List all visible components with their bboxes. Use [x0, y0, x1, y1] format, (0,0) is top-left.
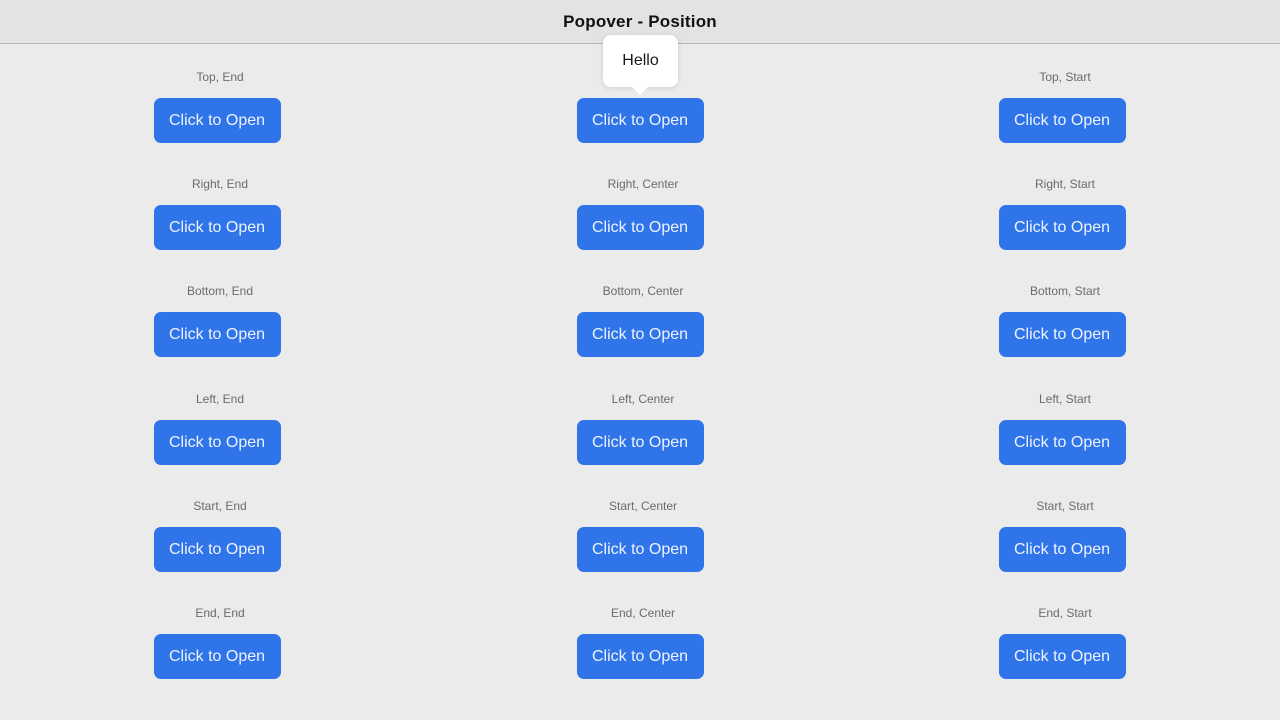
position-example: Right, Center Click to Open — [540, 151, 740, 250]
open-popover-button[interactable]: Click to Open — [576, 634, 704, 679]
open-popover-button[interactable]: Click to Open — [998, 634, 1126, 679]
position-label: Right, Start — [1034, 177, 1096, 191]
position-example: Right, End Click to Open — [117, 151, 317, 250]
position-label: End, End — [195, 606, 245, 620]
position-label: Left, Start — [1038, 392, 1092, 406]
position-example: End, Start Click to Open — [962, 580, 1162, 679]
position-example: Start, Center Click to Open — [540, 473, 740, 572]
position-label: Right, Center — [607, 177, 679, 191]
position-example: Top, Start Click to Open — [962, 44, 1162, 143]
open-popover-button[interactable]: Click to Open — [998, 312, 1126, 357]
popover: Hello — [603, 35, 678, 87]
open-popover-button[interactable]: Click to Open — [576, 205, 704, 250]
open-popover-button[interactable]: Click to Open — [576, 420, 704, 465]
position-label: Left, Center — [611, 392, 675, 406]
position-example: Bottom, End Click to Open — [117, 258, 317, 357]
position-label: Right, End — [191, 177, 249, 191]
open-popover-button[interactable]: Click to Open — [998, 527, 1126, 572]
open-popover-button[interactable]: Click to Open — [153, 98, 281, 143]
position-example: Left, Start Click to Open — [962, 366, 1162, 465]
position-example: Right, Start Click to Open — [962, 151, 1162, 250]
position-label: Left, End — [195, 392, 245, 406]
position-example: End, End Click to Open — [117, 580, 317, 679]
position-label: Top, End — [196, 70, 244, 84]
open-popover-button[interactable]: Click to Open — [153, 420, 281, 465]
position-label: Start, End — [193, 499, 247, 513]
position-label: End, Center — [610, 606, 676, 620]
popover-arrow — [632, 87, 648, 95]
position-example: End, Center Click to Open — [540, 580, 740, 679]
window-title: Popover - Position — [563, 11, 717, 31]
position-label: Bottom, End — [186, 284, 254, 298]
position-label: Top, Start — [1039, 70, 1091, 84]
position-label: Start, Start — [1036, 499, 1094, 513]
position-example: Bottom, Start Click to Open — [962, 258, 1162, 357]
open-popover-button[interactable]: Click to Open — [576, 98, 704, 143]
position-example: Start, Start Click to Open — [962, 473, 1162, 572]
position-example: Start, End Click to Open — [117, 473, 317, 572]
open-popover-button[interactable]: Click to Open — [153, 634, 281, 679]
position-label: Bottom, Center — [602, 284, 684, 298]
open-popover-button[interactable]: Click to Open — [576, 312, 704, 357]
open-popover-button[interactable]: Click to Open — [153, 312, 281, 357]
open-popover-button[interactable]: Click to Open — [576, 527, 704, 572]
position-example: Bottom, Center Click to Open — [540, 258, 740, 357]
position-example: Left, End Click to Open — [117, 366, 317, 465]
position-example: Top, End Click to Open — [117, 44, 317, 143]
open-popover-button[interactable]: Click to Open — [153, 527, 281, 572]
open-popover-button[interactable]: Click to Open — [998, 205, 1126, 250]
open-popover-button[interactable]: Click to Open — [998, 420, 1126, 465]
popover-text: Hello — [622, 52, 659, 69]
position-label: Bottom, Start — [1029, 284, 1101, 298]
open-popover-button[interactable]: Click to Open — [153, 205, 281, 250]
position-label: Start, Center — [608, 499, 678, 513]
position-example: Left, Center Click to Open — [540, 366, 740, 465]
open-popover-button[interactable]: Click to Open — [998, 98, 1126, 143]
position-label: End, Start — [1038, 606, 1092, 620]
